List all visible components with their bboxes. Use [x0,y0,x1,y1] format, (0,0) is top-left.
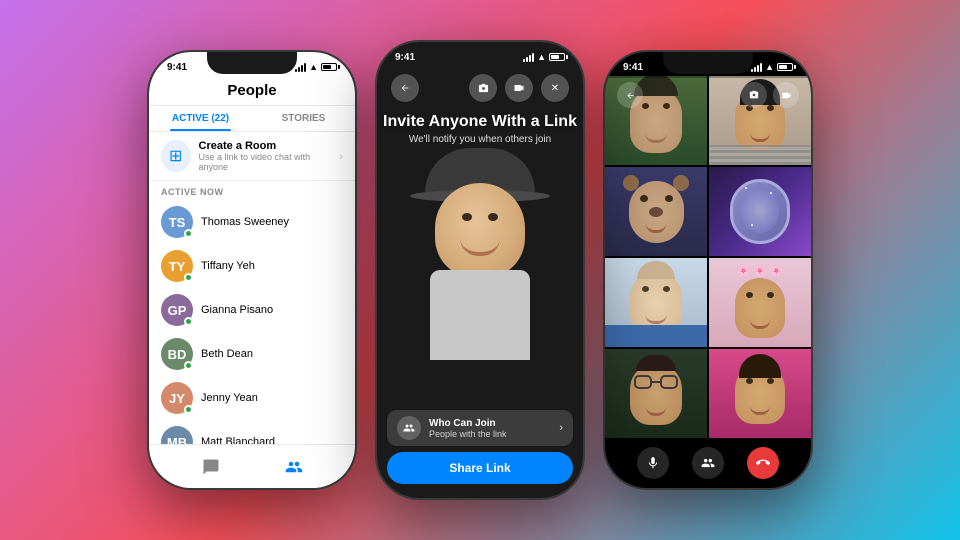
battery-center [549,53,565,61]
left-screen: 9:41 ▲ People ACTIVE (22) STORIES [149,52,355,488]
video-grid: 🌸 🌸 🌸 [605,76,811,438]
contact-gianna[interactable]: GP Gianna Pisano [149,288,355,332]
tab-stories[interactable]: STORIES [252,106,355,131]
status-icons-center: ▲ [523,52,565,62]
video-cell-8 [709,349,811,438]
video-cell-7 [605,349,707,438]
tab-active[interactable]: ACTIVE (22) [149,106,252,131]
video-cell-6: 🌸 🌸 🌸 [709,258,811,347]
avatar-wrap-3: GP [161,294,193,326]
phone-center: 9:41 ▲ [375,40,585,500]
page-title: People [149,82,355,99]
online-dot-3 [184,317,193,326]
create-room-subtitle: Use a link to video chat with anyone [199,152,331,172]
right-video-button[interactable] [773,82,799,108]
right-bottom-bar [605,438,811,488]
notch-left [207,52,297,74]
center-top-bar: ✕ [377,70,583,106]
chat-nav-icon[interactable] [198,454,224,480]
contact-name-gianna: Gianna Pisano [201,304,273,316]
mic-button[interactable] [637,447,669,479]
chevron-right-icon: › [339,149,343,163]
time-center: 9:41 [395,52,415,63]
right-screen: 9:41 ▲ [605,52,811,488]
wifi-center: ▲ [537,52,546,62]
bottom-nav-left [149,444,355,488]
end-call-button[interactable] [747,447,779,479]
left-header: People [149,78,355,106]
invite-subtitle: We'll notify you when others join [377,134,583,145]
time-left: 9:41 [167,62,187,73]
contact-thomas[interactable]: TS Thomas Sweeney [149,200,355,244]
status-icons-right: ▲ [751,62,793,72]
signal-left [295,63,306,72]
avatar-wrap-5: JY [161,382,193,414]
battery-left [321,63,337,71]
avatar-wrap-4: BD [161,338,193,370]
create-room-icon: ⊞ [161,140,191,172]
contact-name-jenny: Jenny Yean [201,392,258,404]
video-button[interactable] [505,74,533,102]
wifi-right: ▲ [765,62,774,72]
share-link-button[interactable]: Share Link [387,452,573,484]
create-room-title: Create a Room [199,140,331,152]
avatar-wrap-2: TY [161,250,193,282]
contact-name-thomas: Thomas Sweeney [201,216,289,228]
avatar-wrap-1: TS [161,206,193,238]
section-label-active: ACTIVE NOW [149,181,355,200]
who-join-text: Who Can Join People with the link [429,418,507,439]
phone-right: 9:41 ▲ [603,50,813,490]
who-join-label: Who Can Join [429,418,507,429]
people-button[interactable] [692,447,724,479]
wifi-left: ▲ [309,62,318,72]
invite-title: Invite Anyone With a Link [377,112,583,131]
online-dot-1 [184,229,193,238]
right-camera-button[interactable] [741,82,767,108]
status-icons-left: ▲ [295,62,337,72]
who-join-chevron-icon: › [559,422,563,434]
contact-beth[interactable]: BD Beth Dean [149,332,355,376]
status-bar-center: 9:41 ▲ [377,42,583,68]
right-top-icons [741,82,799,108]
contact-tiffany[interactable]: TY Tiffany Yeh [149,244,355,288]
signal-center [523,53,534,62]
camera-button[interactable] [469,74,497,102]
status-bar-right: 9:41 ▲ [605,52,811,78]
online-dot-4 [184,361,193,370]
center-bottom: Who Can Join People with the link › Shar… [377,410,583,498]
close-button[interactable]: ✕ [541,74,569,102]
video-cell-4 [709,167,811,256]
who-can-join-row[interactable]: Who Can Join People with the link › [387,410,573,446]
people-nav-icon[interactable] [281,454,307,480]
phones-container: 9:41 ▲ People ACTIVE (22) STORIES [0,0,960,540]
tabs-row: ACTIVE (22) STORIES [149,106,355,132]
online-dot-2 [184,273,193,282]
video-cell-5 [605,258,707,347]
center-screen: 9:41 ▲ [377,42,583,498]
right-back-button[interactable] [617,82,643,108]
right-top-bar [605,80,811,110]
phone-left: 9:41 ▲ People ACTIVE (22) STORIES [147,50,357,490]
online-dot-5 [184,405,193,414]
signal-right [751,63,762,72]
create-room-text: Create a Room Use a link to video chat w… [199,140,331,172]
invite-overlay: Invite Anyone With a Link We'll notify y… [377,112,583,145]
who-join-icon [397,416,421,440]
top-right-icons: ✕ [469,74,569,102]
contact-jenny[interactable]: JY Jenny Yean [149,376,355,420]
back-button[interactable] [391,74,419,102]
battery-right [777,63,793,71]
create-room-row[interactable]: ⊞ Create a Room Use a link to video chat… [149,132,355,181]
video-cell-3 [605,167,707,256]
contact-name-tiffany: Tiffany Yeh [201,260,255,272]
time-right: 9:41 [623,62,643,73]
who-join-value: People with the link [429,429,507,439]
contact-name-beth: Beth Dean [201,348,253,360]
